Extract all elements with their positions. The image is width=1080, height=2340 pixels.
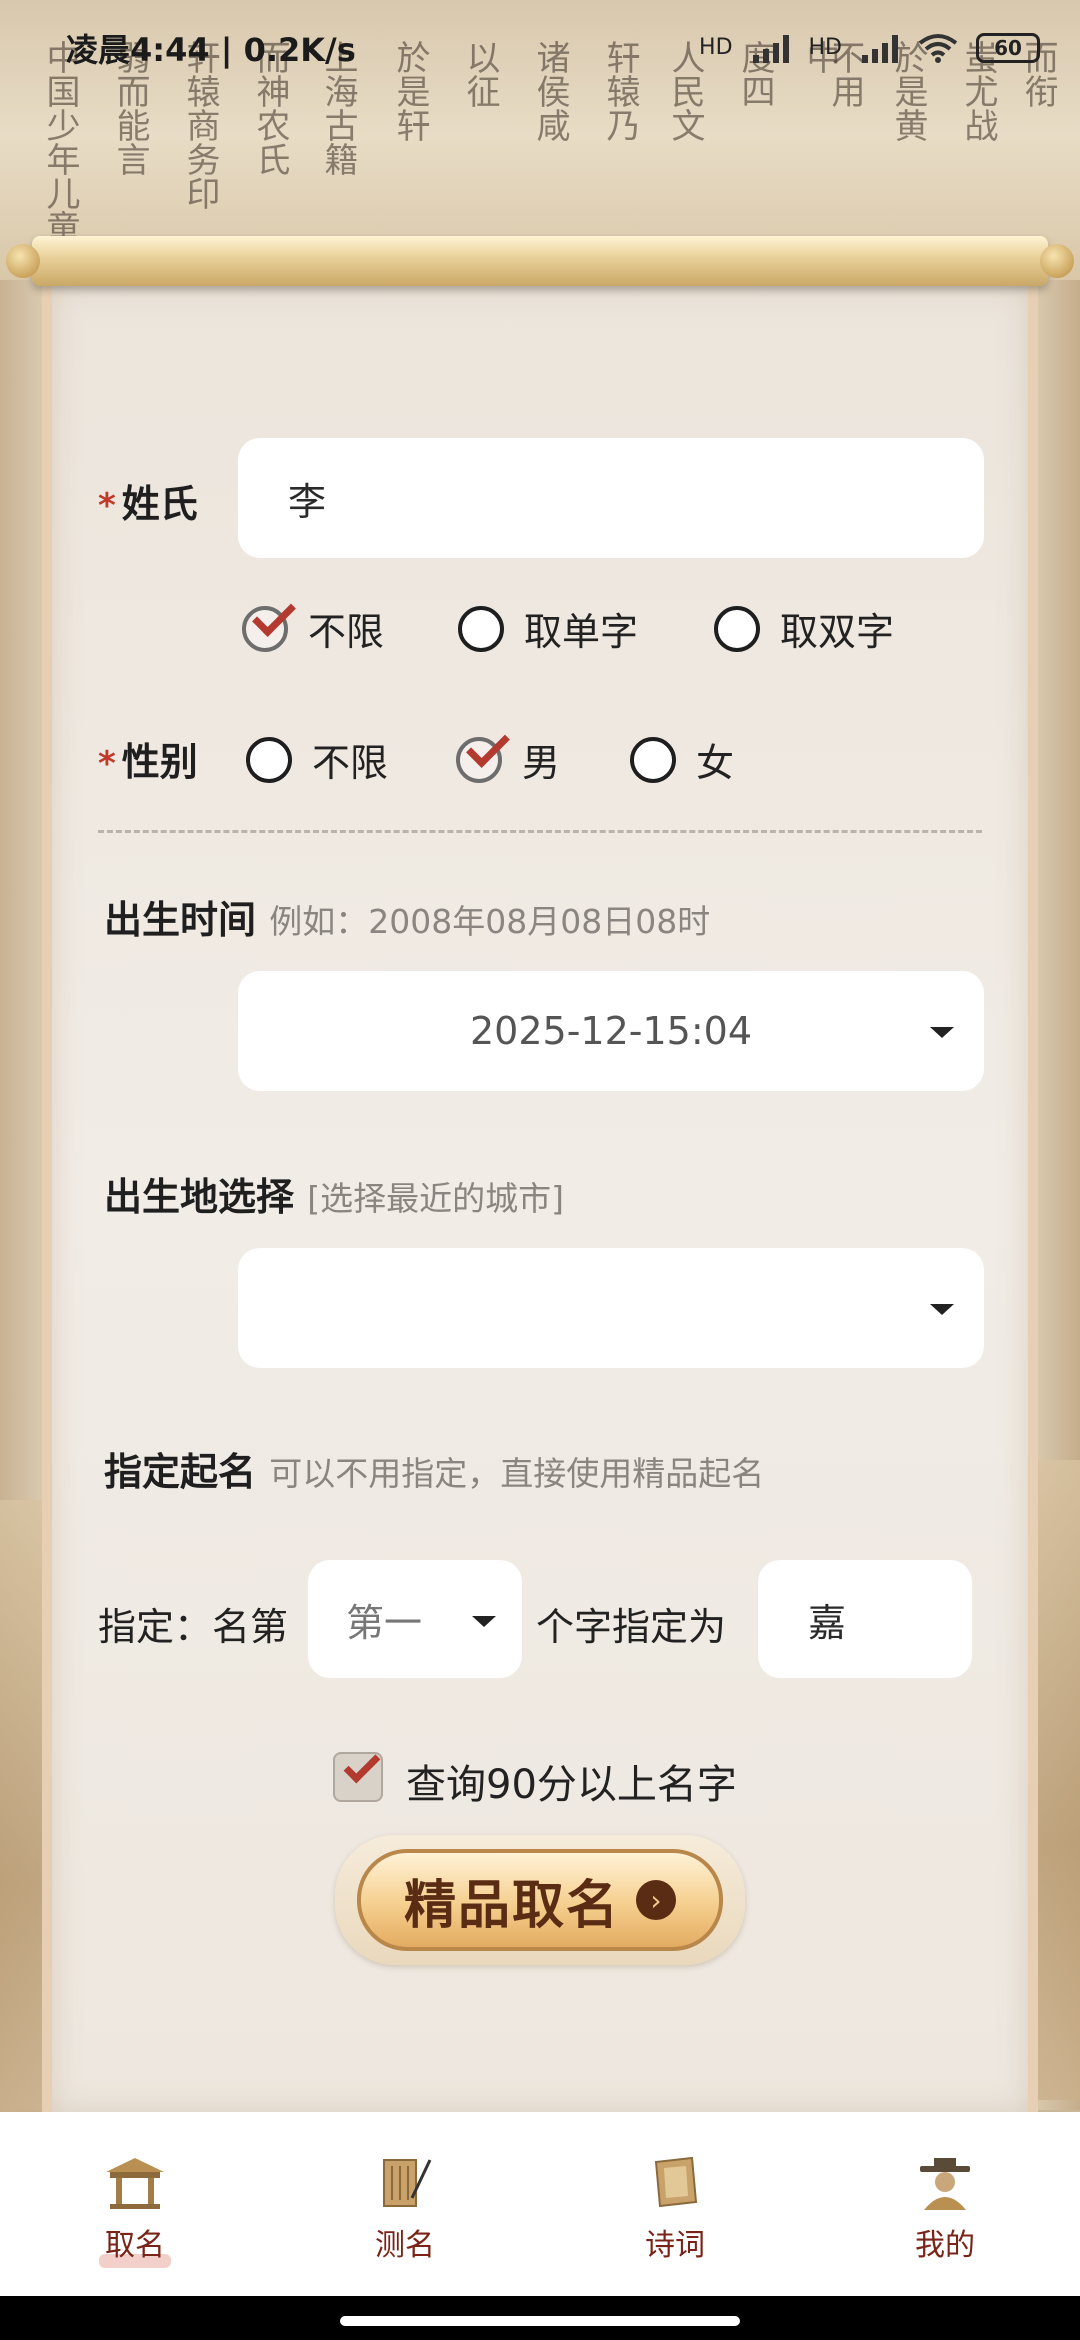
- book-scroll-icon: [654, 2156, 698, 2208]
- submit-button[interactable]: 精品取名 ›: [357, 1849, 723, 1951]
- nav-label: 取名: [99, 2220, 171, 2268]
- chevron-down-icon: [472, 1616, 496, 1627]
- radio-checked-icon: [242, 592, 296, 652]
- scroll-rod-knob: [6, 244, 40, 278]
- radio-empty-icon: [714, 605, 760, 652]
- radio-gender-female[interactable]: 女: [630, 732, 734, 787]
- battery-icon: 60: [976, 32, 1040, 63]
- scroll-rod-bar: [32, 236, 1048, 286]
- divider: [98, 830, 982, 833]
- nav-item-mine[interactable]: 我的: [810, 2112, 1080, 2296]
- radio-length-any[interactable]: 不限: [242, 592, 385, 656]
- birth-time-label: 出生时间 例如：2008年08月08日08时: [104, 898, 711, 942]
- scroll-brush-icon: [383, 2159, 432, 2207]
- radio-label: 不限: [312, 741, 389, 785]
- specified-char-input[interactable]: 嘉: [758, 1560, 972, 1678]
- status-time: 凌晨4:44 | 0.2K/s: [66, 30, 356, 69]
- specify-hint: 可以不用指定，直接使用精品起名: [269, 1454, 765, 1493]
- nav-label: 测名: [375, 2228, 435, 2263]
- score-filter-checkbox[interactable]: [333, 1746, 383, 1802]
- submit-label: 精品取名: [403, 1875, 620, 1936]
- radio-empty-icon: [458, 605, 504, 652]
- birth-place-label: 出生地选择 [选择最近的城市]: [104, 1175, 564, 1219]
- specify-label: 指定起名 可以不用指定，直接使用精品起名: [104, 1450, 765, 1494]
- surname-input[interactable]: 李: [238, 438, 984, 558]
- wifi-icon: [918, 33, 958, 63]
- radio-checked-icon: [456, 723, 510, 783]
- radio-label: 女: [696, 741, 735, 785]
- home-indicator[interactable]: [340, 2316, 740, 2326]
- required-mark: *: [98, 486, 116, 526]
- birth-time-value: 2025-12-15:04: [470, 1009, 752, 1053]
- radio-gender-any[interactable]: 不限: [246, 732, 388, 787]
- radio-label: 男: [522, 741, 561, 785]
- hd-label: HD: [699, 35, 733, 60]
- check-icon: [343, 1746, 381, 1784]
- radio-length-single[interactable]: 取单字: [458, 601, 638, 656]
- pavilion-icon: [106, 2158, 164, 2209]
- radio-empty-icon: [246, 736, 292, 783]
- surname-label: * 姓氏: [98, 482, 198, 526]
- scroll-rod-knob: [1040, 244, 1074, 278]
- submit-button-frame: 精品取名 ›: [335, 1835, 745, 1965]
- scroll-rod: [0, 232, 1080, 290]
- scholar-avatar-icon: [920, 2158, 970, 2210]
- specify-middle: 个字指定为: [536, 1605, 727, 1649]
- specified-char-value: 嘉: [808, 1600, 847, 1645]
- gender-label: * 性别: [98, 740, 198, 784]
- birth-place-hint: [选择最近的城市]: [307, 1179, 564, 1218]
- surname-value: 李: [288, 479, 327, 524]
- nav-label: 诗词: [645, 2228, 705, 2263]
- chevron-down-icon: [930, 1304, 954, 1315]
- nav-label: 我的: [915, 2228, 975, 2263]
- birth-time-hint: 例如：2008年08月08日08时: [269, 902, 711, 941]
- bottom-nav: 取名 测名 诗词 我的: [0, 2112, 1080, 2296]
- status-bar: 凌晨4:44 | 0.2K/s HD HD 60: [0, 0, 1080, 95]
- radio-length-double[interactable]: 取双字: [714, 601, 894, 656]
- hd-label: HD: [808, 35, 842, 60]
- nav-item-naming[interactable]: 取名: [0, 2112, 270, 2296]
- specify-prefix: 指定：名第: [98, 1605, 289, 1649]
- status-icons: HD HD 60: [699, 32, 1040, 63]
- signal-icon: [860, 33, 900, 63]
- arrow-right-icon: ›: [636, 1880, 676, 1920]
- score-filter-label: 查询90分以上名字: [406, 1762, 737, 1808]
- birth-time-select[interactable]: 2025-12-15:04: [238, 971, 984, 1091]
- radio-label: 取双字: [780, 610, 895, 654]
- nav-item-poetry[interactable]: 诗词: [540, 2112, 810, 2296]
- birth-place-select[interactable]: [238, 1248, 984, 1368]
- required-mark: *: [98, 744, 116, 784]
- char-position-select[interactable]: 第一: [308, 1560, 522, 1678]
- radio-gender-male[interactable]: 男: [456, 723, 561, 787]
- char-position-value: 第一: [346, 1600, 423, 1645]
- nav-item-test-name[interactable]: 测名: [270, 2112, 540, 2296]
- radio-label: 取单字: [524, 610, 639, 654]
- chevron-down-icon: [930, 1027, 954, 1038]
- signal-icon: [751, 33, 791, 63]
- radio-empty-icon: [630, 736, 676, 783]
- radio-label: 不限: [308, 610, 385, 654]
